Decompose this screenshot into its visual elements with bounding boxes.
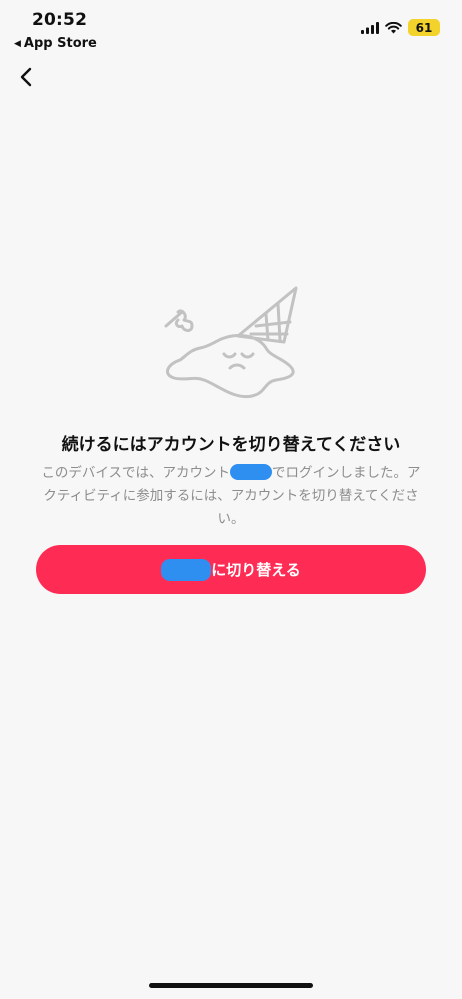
battery-icon: 61	[408, 19, 440, 36]
page-title: 続けるにはアカウントを切り替えてください	[61, 435, 401, 455]
home-indicator[interactable]	[149, 983, 313, 988]
back-app-label: App Store	[23, 36, 97, 51]
battery-level: 61	[415, 20, 433, 35]
status-time: 20:52	[32, 10, 88, 30]
back-triangle-icon: ◀	[14, 38, 21, 49]
chevron-left-icon[interactable]	[12, 62, 42, 92]
switch-button-label: に切り替える	[211, 561, 301, 579]
signal-icon	[361, 21, 379, 34]
description-text: このデバイスでは、アカウント でログインしました。アクティビティに参加するには、ア…	[40, 462, 422, 531]
back-to-app-store[interactable]: ◀ App Store	[14, 36, 97, 51]
description-part-1: このデバイスでは、アカウント	[41, 465, 231, 481]
switch-account-screen: 20:52 ◀ App Store 61 続けるにはアカウントを切り替えてくださ…	[0, 0, 462, 999]
switch-account-button[interactable]: に切り替える	[36, 545, 426, 594]
redacted-username	[230, 464, 273, 480]
redacted-username-in-button	[161, 558, 212, 581]
status-indicators: 61	[361, 19, 440, 36]
wifi-icon	[385, 21, 402, 33]
melted-ice-cream-illustration	[164, 286, 298, 399]
